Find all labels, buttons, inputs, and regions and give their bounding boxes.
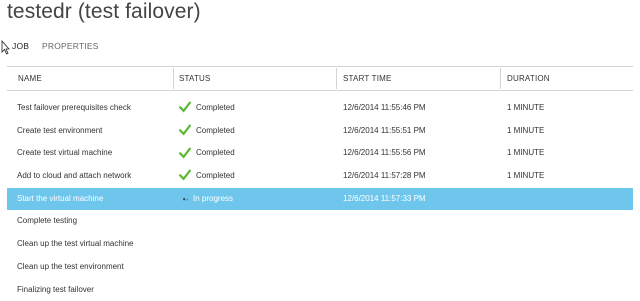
column-header-start-time[interactable]: START TIME xyxy=(343,67,392,90)
job-start-time: 12/6/2014 11:55:56 PM xyxy=(343,142,426,165)
table-row[interactable]: Complete testing xyxy=(7,210,633,233)
table-row[interactable]: Clean up the test virtual machine xyxy=(7,233,633,256)
status-label: Completed xyxy=(196,103,235,112)
tab-properties[interactable]: PROPERTIES xyxy=(42,41,99,51)
job-name: Clean up the test virtual machine xyxy=(17,233,134,256)
status-label: Completed xyxy=(196,148,235,157)
spinner-icon xyxy=(182,192,190,200)
job-start-time: 12/6/2014 11:55:46 PM xyxy=(343,97,426,120)
check-icon xyxy=(179,169,191,181)
status-label: Completed xyxy=(196,171,235,180)
status-label: Completed xyxy=(196,126,235,135)
table-row[interactable]: Clean up the test environment xyxy=(7,256,633,279)
table-body: Test failover prerequisites check Comple… xyxy=(7,97,633,301)
job-name: Clean up the test environment xyxy=(17,256,124,279)
table-row[interactable]: Add to cloud and attach network Complete… xyxy=(7,165,633,188)
page-title: testedr (test failover) xyxy=(7,0,201,24)
column-divider[interactable] xyxy=(173,68,174,89)
check-icon xyxy=(179,124,191,136)
column-divider[interactable] xyxy=(336,68,337,89)
table-row[interactable]: Create test virtual machine Completed 12… xyxy=(7,142,633,165)
resize-cursor-icon xyxy=(0,40,10,58)
table-header: NAME STATUS START TIME DURATION xyxy=(7,66,633,91)
table-row[interactable]: Finalizing test failover xyxy=(7,279,633,301)
check-icon xyxy=(179,147,191,159)
job-name: Complete testing xyxy=(17,210,77,233)
job-name: Create test environment xyxy=(17,120,102,143)
job-status: Completed xyxy=(179,165,235,188)
job-status: In progress xyxy=(179,188,233,211)
table-row-selected[interactable]: Start the virtual machine In progress 12… xyxy=(7,188,633,211)
column-divider[interactable] xyxy=(500,68,501,89)
tab-job[interactable]: JOB xyxy=(12,41,29,51)
column-header-name[interactable]: NAME xyxy=(18,67,42,90)
column-header-duration[interactable]: DURATION xyxy=(507,67,550,90)
job-start-time: 12/6/2014 11:57:28 PM xyxy=(343,165,426,188)
status-label: In progress xyxy=(193,194,233,203)
job-name: Finalizing test failover xyxy=(17,279,94,301)
job-start-time: 12/6/2014 11:57:33 PM xyxy=(343,188,426,211)
job-name: Start the virtual machine xyxy=(17,188,103,211)
job-duration: 1 MINUTE xyxy=(507,165,544,188)
jobs-table: NAME STATUS START TIME DURATION Test fai… xyxy=(7,66,633,301)
job-status: Completed xyxy=(179,97,235,120)
job-duration: 1 MINUTE xyxy=(507,120,544,143)
job-name: Test failover prerequisites check xyxy=(17,97,131,120)
table-row[interactable]: Test failover prerequisites check Comple… xyxy=(7,97,633,120)
job-duration: 1 MINUTE xyxy=(507,97,544,120)
job-status: Completed xyxy=(179,142,235,165)
column-header-status[interactable]: STATUS xyxy=(179,67,211,90)
job-start-time: 12/6/2014 11:55:51 PM xyxy=(343,120,426,143)
job-duration: 1 MINUTE xyxy=(507,142,544,165)
job-status: Completed xyxy=(179,120,235,143)
job-name: Add to cloud and attach network xyxy=(17,165,131,188)
check-icon xyxy=(179,101,191,113)
job-name: Create test virtual machine xyxy=(17,142,112,165)
table-row[interactable]: Create test environment Completed 12/6/2… xyxy=(7,120,633,143)
